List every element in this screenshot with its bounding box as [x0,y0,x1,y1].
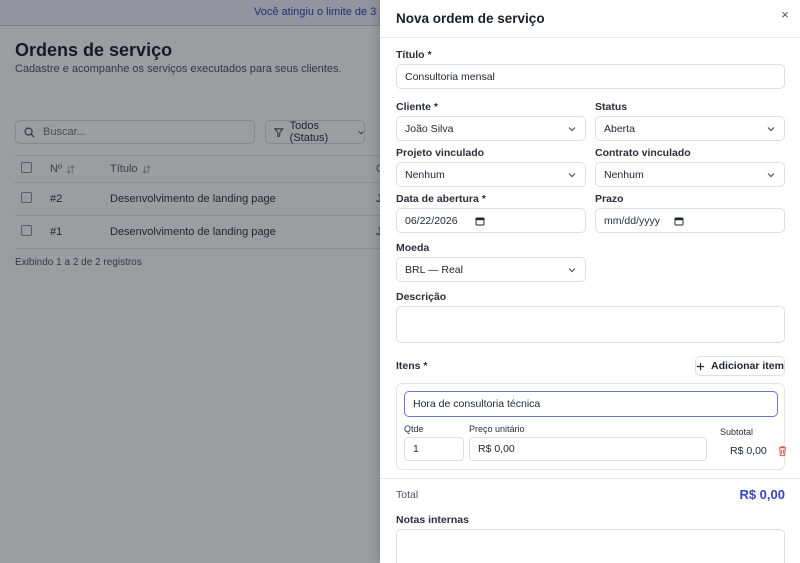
chevron-down-icon [568,267,576,272]
descricao-label: Descrição [396,291,447,303]
qtde-value: 1 [413,443,419,455]
close-icon[interactable]: × [778,8,792,22]
notas-label: Notas internas [396,514,469,526]
status-value: Aberta [604,122,635,135]
status-label: Status [595,101,628,113]
qtde-input[interactable]: 1 [404,437,464,461]
notas-textarea[interactable] [396,529,785,563]
qtde-label: Qtde [404,424,424,434]
contrato-label: Contrato vinculado [595,147,691,159]
add-item-button[interactable]: Adicionar item [695,356,785,376]
item-card: Hora de consultoria técnica Qtde Preço u… [396,383,788,470]
itens-label: Itens * [396,360,428,372]
sheet-header: Nova ordem de serviço × [380,0,800,38]
status-select[interactable]: Aberta [595,116,785,141]
prazo-label: Prazo [595,193,624,205]
projeto-value: Nenhum [405,168,445,181]
new-service-order-sheet: Nova ordem de serviço × Título * Consult… [380,0,800,563]
subtotal-label: Subtotal [720,427,754,437]
trash-icon[interactable] [777,445,788,457]
preco-label: Preço unitário [469,424,525,434]
titulo-value: Consultoria mensal [405,70,495,83]
cliente-value: João Silva [405,122,454,135]
chevron-down-icon [568,172,576,177]
cliente-select[interactable]: João Silva [396,116,586,141]
contrato-value: Nenhum [604,168,644,181]
total-divider [380,478,800,479]
projeto-select[interactable]: Nenhum [396,162,586,187]
moeda-value: BRL — Real [405,263,463,276]
descricao-textarea[interactable] [396,306,785,343]
total-value: R$ 0,00 [739,487,785,502]
chevron-down-icon [568,126,576,131]
item-subtotal-value: R$ 0,00 [730,445,767,457]
preco-input[interactable]: R$ 0,00 [469,437,707,461]
titulo-input[interactable]: Consultoria mensal [396,64,785,89]
add-item-label: Adicionar item [711,360,784,372]
chevron-down-icon [767,126,775,131]
calendar-icon[interactable] [475,216,485,226]
chevron-down-icon [767,172,775,177]
contrato-select[interactable]: Nenhum [595,162,785,187]
abertura-date-input[interactable]: 06/22/2026 [396,208,586,233]
abertura-label: Data de abertura * [396,193,486,205]
moeda-select[interactable]: BRL — Real [396,257,586,282]
prazo-value: mm/dd/yyyy [604,214,661,227]
preco-value: R$ 0,00 [478,443,515,455]
abertura-value: 06/22/2026 [405,214,458,227]
moeda-label: Moeda [396,242,430,254]
titulo-label: Título * [396,49,432,61]
sheet-title: Nova ordem de serviço [396,11,545,26]
prazo-date-input[interactable]: mm/dd/yyyy [595,208,785,233]
cliente-label: Cliente * [396,101,439,113]
total-label: Total [396,489,419,501]
item-description-input[interactable]: Hora de consultoria técnica [404,391,778,417]
calendar-icon[interactable] [674,216,684,226]
projeto-label: Projeto vinculado [396,147,485,159]
plus-icon [696,362,705,370]
item-description-value: Hora de consultoria técnica [413,398,541,410]
modal-backdrop[interactable] [0,0,380,563]
